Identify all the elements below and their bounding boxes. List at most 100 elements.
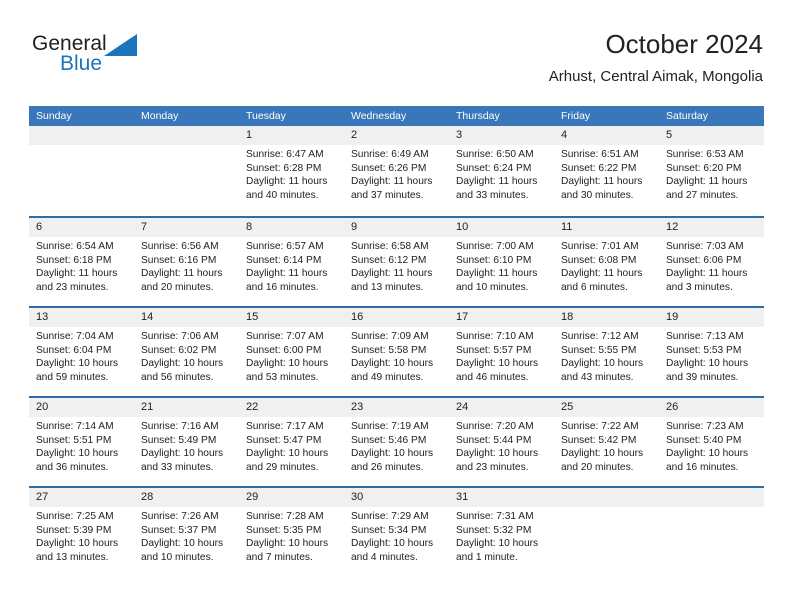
sunrise-text: Sunrise: 7:00 AM	[456, 241, 534, 252]
calendar-day-cell[interactable]: 2 Sunrise: 6:49 AM Sunset: 6:26 PM Daylight…	[344, 126, 449, 216]
daylight-text-line1: Daylight: 10 hours	[456, 448, 539, 460]
day-number: 16	[344, 308, 449, 327]
day-details: Sunrise: 7:14 AM Sunset: 5:51 PM Daylight:…	[29, 417, 134, 474]
calendar-day-cell[interactable]: 16 Sunrise: 7:09 AM Sunset: 5:58 PM Dayligh…	[344, 308, 449, 396]
calendar-day-cell-empty	[134, 126, 239, 216]
calendar-day-cell[interactable]: 26 Sunrise: 7:23 AM Sunset: 5:40 PM Dayligh…	[659, 398, 764, 486]
day-number	[554, 488, 659, 507]
weekday-header-friday: Friday	[561, 110, 591, 122]
daylight-text-line2: and 40 minutes.	[246, 189, 319, 201]
calendar-day-cell[interactable]: 9 Sunrise: 6:58 AM Sunset: 6:12 PM Daylight…	[344, 218, 449, 306]
calendar-day-cell[interactable]: 5 Sunrise: 6:53 AM Sunset: 6:20 PM Daylight…	[659, 126, 764, 216]
logo-text-blue: Blue	[60, 52, 103, 75]
daylight-text-line2: and 16 minutes.	[246, 281, 319, 293]
day-number: 27	[29, 488, 134, 507]
daylight-text-line1: Daylight: 11 hours	[351, 176, 433, 188]
day-details: Sunrise: 6:53 AM Sunset: 6:20 PM Daylight:…	[659, 145, 764, 202]
daylight-text-line2: and 30 minutes.	[561, 189, 634, 201]
day-number: 12	[659, 218, 764, 237]
sunrise-text: Sunrise: 7:04 AM	[36, 331, 114, 342]
day-details: Sunrise: 7:23 AM Sunset: 5:40 PM Daylight:…	[659, 417, 764, 474]
sunset-text: Sunset: 6:06 PM	[666, 254, 742, 266]
sunset-text: Sunset: 6:02 PM	[141, 344, 217, 356]
day-details: Sunrise: 7:12 AM Sunset: 5:55 PM Daylight:…	[554, 327, 659, 384]
logo-triangle-icon	[104, 34, 137, 56]
daylight-text-line1: Daylight: 11 hours	[246, 268, 328, 280]
daylight-text-line2: and 13 minutes.	[351, 281, 424, 293]
sunset-text: Sunset: 5:37 PM	[141, 524, 217, 536]
sunset-text: Sunset: 6:20 PM	[666, 162, 742, 174]
calendar-day-cell[interactable]: 22 Sunrise: 7:17 AM Sunset: 5:47 PM Dayligh…	[239, 398, 344, 486]
sunset-text: Sunset: 5:46 PM	[351, 434, 427, 446]
sunset-text: Sunset: 5:39 PM	[36, 524, 112, 536]
sunset-text: Sunset: 6:14 PM	[246, 254, 322, 266]
weekday-header-monday: Monday	[141, 110, 179, 122]
sunset-text: Sunset: 6:18 PM	[36, 254, 112, 266]
sunset-text: Sunset: 5:32 PM	[456, 524, 532, 536]
calendar-day-cell[interactable]: 3 Sunrise: 6:50 AM Sunset: 6:24 PM Daylight…	[449, 126, 554, 216]
day-number: 17	[449, 308, 554, 327]
calendar-day-cell[interactable]: 10 Sunrise: 7:00 AM Sunset: 6:10 PM Dayligh…	[449, 218, 554, 306]
daylight-text-line1: Daylight: 10 hours	[351, 538, 434, 550]
daylight-text-line2: and 36 minutes.	[36, 461, 109, 473]
daylight-text-line1: Daylight: 10 hours	[666, 448, 749, 460]
calendar-day-cell[interactable]: 18 Sunrise: 7:12 AM Sunset: 5:55 PM Dayligh…	[554, 308, 659, 396]
calendar-day-cell[interactable]: 23 Sunrise: 7:19 AM Sunset: 5:46 PM Dayligh…	[344, 398, 449, 486]
daylight-text-line2: and 53 minutes.	[246, 371, 319, 383]
day-details: Sunrise: 6:54 AM Sunset: 6:18 PM Daylight:…	[29, 237, 134, 294]
daylight-text-line2: and 13 minutes.	[36, 551, 109, 563]
daylight-text-line1: Daylight: 10 hours	[36, 358, 119, 370]
day-number: 2	[344, 126, 449, 145]
daylight-text-line1: Daylight: 11 hours	[456, 176, 538, 188]
calendar-day-cell[interactable]: 25 Sunrise: 7:22 AM Sunset: 5:42 PM Dayligh…	[554, 398, 659, 486]
day-number: 20	[29, 398, 134, 417]
daylight-text-line2: and 27 minutes.	[666, 189, 739, 201]
sunset-text: Sunset: 5:44 PM	[456, 434, 532, 446]
calendar-day-cell[interactable]: 28 Sunrise: 7:26 AM Sunset: 5:37 PM Dayligh…	[134, 488, 239, 576]
calendar-day-cell[interactable]: 8 Sunrise: 6:57 AM Sunset: 6:14 PM Daylight…	[239, 218, 344, 306]
day-details: Sunrise: 6:50 AM Sunset: 6:24 PM Daylight:…	[449, 145, 554, 202]
calendar-day-cell[interactable]: 6 Sunrise: 6:54 AM Sunset: 6:18 PM Daylight…	[29, 218, 134, 306]
daylight-text-line1: Daylight: 11 hours	[141, 268, 223, 280]
sunrise-text: Sunrise: 7:25 AM	[36, 511, 114, 522]
calendar-day-cell[interactable]: 7 Sunrise: 6:56 AM Sunset: 6:16 PM Daylight…	[134, 218, 239, 306]
calendar-day-cell[interactable]: 15 Sunrise: 7:07 AM Sunset: 6:00 PM Dayligh…	[239, 308, 344, 396]
sunrise-text: Sunrise: 7:10 AM	[456, 331, 534, 342]
calendar-day-cell[interactable]: 17 Sunrise: 7:10 AM Sunset: 5:57 PM Dayligh…	[449, 308, 554, 396]
calendar-day-cell-empty	[554, 488, 659, 576]
day-details: Sunrise: 7:04 AM Sunset: 6:04 PM Daylight:…	[29, 327, 134, 384]
sunset-text: Sunset: 5:47 PM	[246, 434, 322, 446]
sunset-text: Sunset: 5:55 PM	[561, 344, 637, 356]
calendar-day-cell[interactable]: 30 Sunrise: 7:29 AM Sunset: 5:34 PM Dayligh…	[344, 488, 449, 576]
calendar-day-cell[interactable]: 12 Sunrise: 7:03 AM Sunset: 6:06 PM Dayligh…	[659, 218, 764, 306]
sunrise-text: Sunrise: 7:07 AM	[246, 331, 324, 342]
page-title: October 2024	[605, 29, 763, 59]
calendar-day-cell[interactable]: 4 Sunrise: 6:51 AM Sunset: 6:22 PM Daylight…	[554, 126, 659, 216]
calendar-day-cell[interactable]: 27 Sunrise: 7:25 AM Sunset: 5:39 PM Dayligh…	[29, 488, 134, 576]
weekday-header-wednesday: Wednesday	[351, 110, 407, 122]
weekday-header-row: Sunday Monday Tuesday Wednesday Thursday…	[29, 106, 764, 126]
daylight-text-line2: and 20 minutes.	[141, 281, 214, 293]
calendar-day-cell[interactable]: 21 Sunrise: 7:16 AM Sunset: 5:49 PM Dayligh…	[134, 398, 239, 486]
calendar-day-cell[interactable]: 31 Sunrise: 7:31 AM Sunset: 5:32 PM Dayligh…	[449, 488, 554, 576]
calendar-day-cell[interactable]: 20 Sunrise: 7:14 AM Sunset: 5:51 PM Dayligh…	[29, 398, 134, 486]
calendar-day-cell[interactable]: 11 Sunrise: 7:01 AM Sunset: 6:08 PM Dayligh…	[554, 218, 659, 306]
calendar-day-cell[interactable]: 13 Sunrise: 7:04 AM Sunset: 6:04 PM Dayligh…	[29, 308, 134, 396]
day-details: Sunrise: 6:49 AM Sunset: 6:26 PM Daylight:…	[344, 145, 449, 202]
weekday-header-tuesday: Tuesday	[246, 110, 286, 122]
daylight-text-line2: and 39 minutes.	[666, 371, 739, 383]
general-blue-logo[interactable]: General Blue	[29, 32, 179, 88]
day-details: Sunrise: 7:01 AM Sunset: 6:08 PM Daylight:…	[554, 237, 659, 294]
day-number: 25	[554, 398, 659, 417]
calendar-day-cell[interactable]: 19 Sunrise: 7:13 AM Sunset: 5:53 PM Dayligh…	[659, 308, 764, 396]
calendar-day-cell[interactable]: 14 Sunrise: 7:06 AM Sunset: 6:02 PM Dayligh…	[134, 308, 239, 396]
day-details: Sunrise: 7:31 AM Sunset: 5:32 PM Daylight:…	[449, 507, 554, 564]
day-number: 22	[239, 398, 344, 417]
calendar-day-cell[interactable]: 24 Sunrise: 7:20 AM Sunset: 5:44 PM Dayligh…	[449, 398, 554, 486]
daylight-text-line2: and 43 minutes.	[561, 371, 634, 383]
day-number: 14	[134, 308, 239, 327]
daylight-text-line1: Daylight: 10 hours	[561, 448, 644, 460]
calendar-day-cell[interactable]: 1 Sunrise: 6:47 AM Sunset: 6:28 PM Daylight…	[239, 126, 344, 216]
calendar-day-cell[interactable]: 29 Sunrise: 7:28 AM Sunset: 5:35 PM Dayligh…	[239, 488, 344, 576]
daylight-text-line1: Daylight: 11 hours	[351, 268, 433, 280]
